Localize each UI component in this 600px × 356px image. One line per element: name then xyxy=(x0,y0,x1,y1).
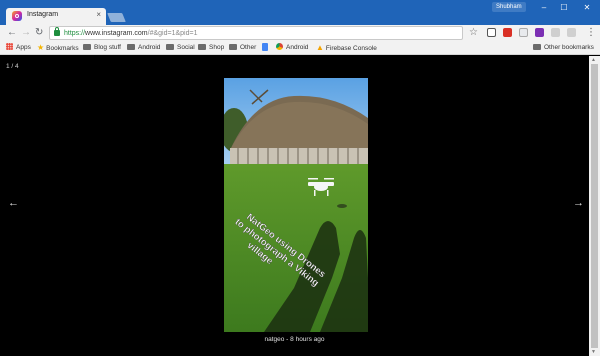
bookmark-social[interactable]: Social xyxy=(166,43,195,53)
new-tab-button[interactable] xyxy=(107,13,126,22)
bookmark-bookmarks[interactable]: ★ Bookmarks xyxy=(37,43,79,53)
bookmark-docs[interactable] xyxy=(262,43,271,53)
next-arrow-icon[interactable]: → xyxy=(573,197,584,209)
forward-button[interactable]: → xyxy=(21,26,31,40)
bookmark-label: Social xyxy=(177,44,195,51)
tab-instagram[interactable]: Instagram × xyxy=(6,8,106,25)
extension-light-icon[interactable] xyxy=(551,28,560,37)
title-bar: Instagram × Shubham – ☐ ✕ xyxy=(0,0,600,25)
extension-grey-icon[interactable] xyxy=(519,28,528,37)
bookmark-android-chrome[interactable]: Android xyxy=(276,43,308,53)
bookmark-label: Other xyxy=(240,44,257,51)
story-photo: NatGeo using Drones to photograph a Viki… xyxy=(224,78,368,332)
bookmark-other[interactable]: Other xyxy=(229,43,256,53)
lock-icon xyxy=(54,27,60,36)
bookmark-shop[interactable]: Shop xyxy=(198,43,224,53)
toolbar: ← → ↻ https://www.instagram.com/#&gid=1&… xyxy=(0,25,600,41)
bookmark-label: Bookmarks xyxy=(46,45,79,52)
folder-icon xyxy=(166,44,174,50)
bookmark-label: Shop xyxy=(209,44,225,51)
tab-close-icon[interactable]: × xyxy=(96,10,101,19)
scrollbar[interactable]: ▲ ▼ xyxy=(589,56,600,356)
folder-icon xyxy=(229,44,237,50)
bookmark-label: Other bookmarks xyxy=(544,44,594,51)
reload-button[interactable]: ↻ xyxy=(35,26,43,40)
photo-viewer: 1 / 4 ← → NatGeo using Drones to photogr… xyxy=(0,56,589,356)
minimize-button[interactable]: – xyxy=(538,3,550,12)
instagram-icon xyxy=(12,11,22,21)
bookmark-label: Firebase Console xyxy=(325,45,377,52)
bookmark-label: Apps xyxy=(16,44,31,51)
extension-copy-icon[interactable] xyxy=(487,28,496,37)
star-icon: ★ xyxy=(37,43,45,52)
tab-title: Instagram xyxy=(27,11,59,18)
bookmark-star-icon[interactable]: ☆ xyxy=(469,26,478,39)
cast-icon[interactable] xyxy=(567,28,576,37)
previous-arrow-icon[interactable]: ← xyxy=(8,197,19,209)
folder-icon xyxy=(127,44,135,50)
close-window-button[interactable]: ✕ xyxy=(581,3,593,12)
scroll-down-icon[interactable]: ▼ xyxy=(591,349,596,355)
extension-red-icon[interactable] xyxy=(503,28,512,37)
scroll-up-icon[interactable]: ▲ xyxy=(591,57,596,63)
chrome-icon xyxy=(276,43,283,50)
apps-icon xyxy=(6,43,13,50)
address-bar[interactable]: https://www.instagram.com/#&gid=1&pid=1 xyxy=(49,26,463,40)
bookmark-other-bookmarks[interactable]: Other bookmarks xyxy=(533,43,594,53)
folder-icon xyxy=(533,44,541,50)
bookmark-firebase[interactable]: ▲ Firebase Console xyxy=(316,43,377,53)
url-text: https://www.instagram.com/#&gid=1&pid=1 xyxy=(64,28,197,39)
bookmark-android-folder[interactable]: Android xyxy=(127,43,160,53)
bookmark-blog-stuff[interactable]: Blog stuff xyxy=(83,43,121,53)
profile-button[interactable]: Shubham xyxy=(492,2,526,12)
onenote-icon[interactable] xyxy=(535,28,544,37)
photo-counter: 1 / 4 xyxy=(6,63,19,70)
docs-icon xyxy=(262,43,268,51)
back-button[interactable]: ← xyxy=(7,26,17,40)
folder-icon xyxy=(83,44,91,50)
bookmarks-bar: Apps ★ Bookmarks Blog stuff Android Socia… xyxy=(0,41,600,55)
bookmark-label: Android xyxy=(138,44,161,51)
photo-caption: natgeo - 8 hours ago xyxy=(264,336,325,343)
folder-icon xyxy=(198,44,206,50)
bookmark-label: Blog stuff xyxy=(94,44,121,51)
maximize-button[interactable]: ☐ xyxy=(558,3,570,12)
scroll-thumb[interactable] xyxy=(591,64,598,348)
bookmark-label: Android xyxy=(286,44,309,51)
browser-window: Instagram × Shubham – ☐ ✕ ← → ↻ https://… xyxy=(0,0,600,356)
url-scheme: https:// xyxy=(64,30,86,37)
menu-icon[interactable]: ⋮ xyxy=(586,26,596,39)
url-host: www.instagram.com xyxy=(85,30,148,37)
bookmark-apps[interactable]: Apps xyxy=(6,43,31,53)
photo-illustration: NatGeo using Drones to photograph a Viki… xyxy=(224,78,368,332)
firebase-icon: ▲ xyxy=(316,43,324,52)
url-path: /#&gid=1&pid=1 xyxy=(147,30,198,37)
